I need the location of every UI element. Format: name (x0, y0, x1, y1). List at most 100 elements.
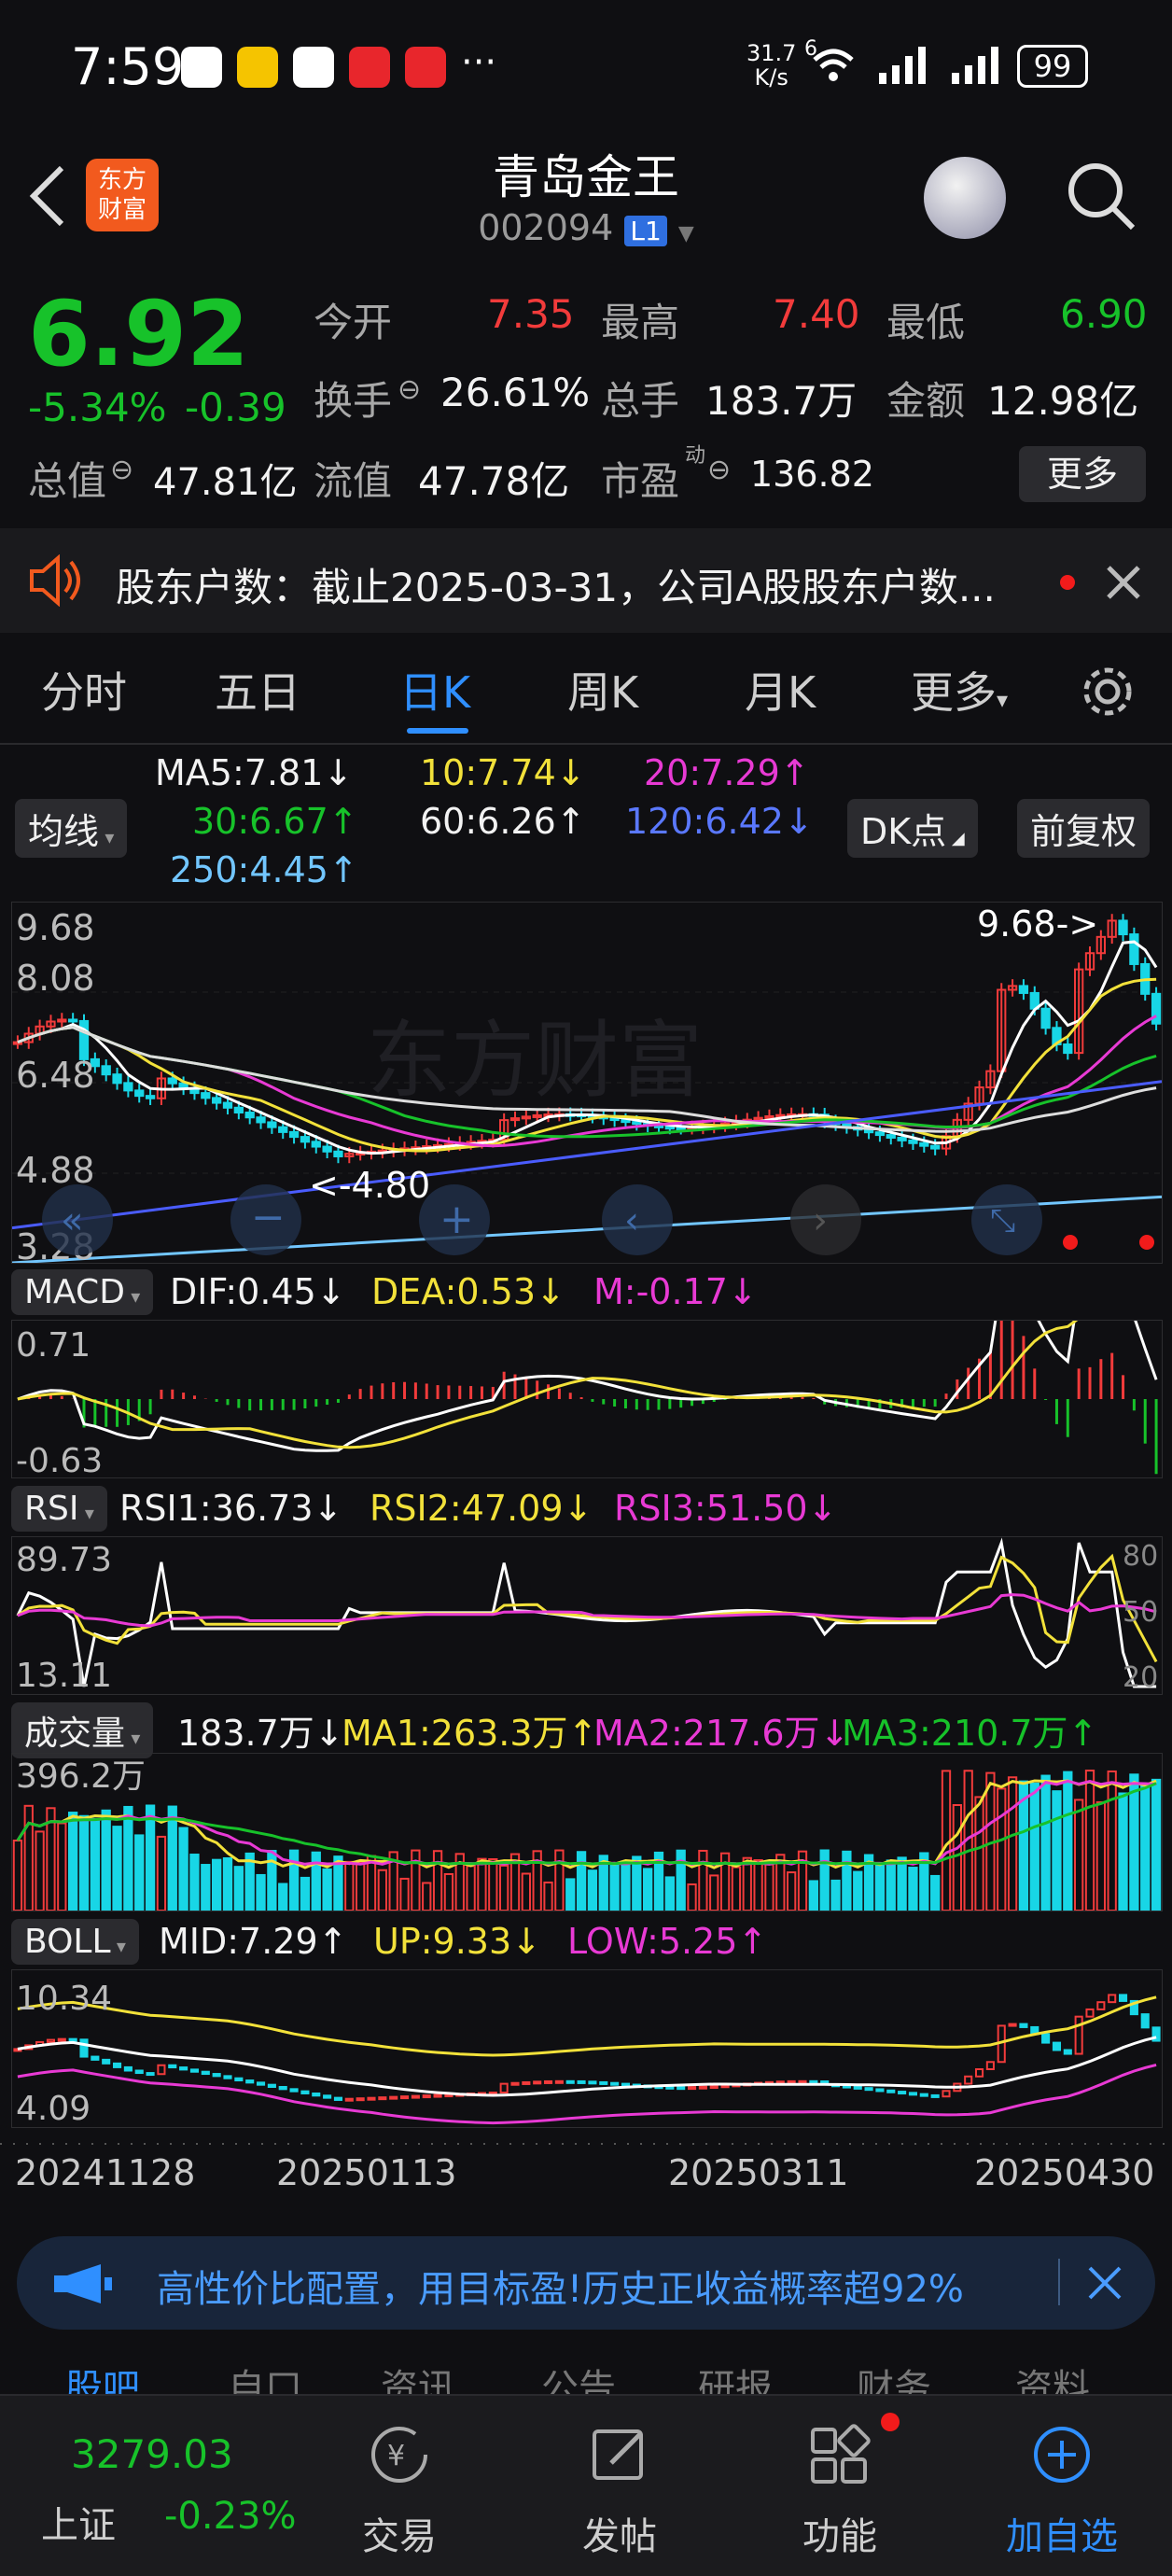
volume-bar (952, 1804, 962, 1911)
index-value[interactable]: 3279.03 (71, 2431, 233, 2477)
candle (300, 1136, 311, 1143)
volume-bar (377, 1869, 387, 1911)
y-max-label: 9.68 (16, 907, 95, 948)
kline-panel[interactable]: 东方财富 9.68 8.08 6.48 4.88 3.28 9.68-> <-4… (11, 902, 1163, 1264)
adjust-button[interactable]: 前复权 (1017, 799, 1151, 858)
candle (256, 1116, 266, 1124)
candle (1063, 1043, 1073, 1055)
low-label: 最低 (886, 300, 966, 345)
boll-panel[interactable]: 10.34 4.09 (11, 1969, 1163, 2128)
boll-candle (942, 2090, 951, 2098)
info-icon[interactable]: ⊖ (110, 454, 133, 486)
volume-bar (908, 1867, 918, 1911)
boll-line (17, 2063, 1157, 2125)
tab-intraday[interactable]: 分时 (41, 659, 127, 721)
boll-candle (1063, 2049, 1072, 2055)
volume-bar (842, 1850, 852, 1911)
peek-tab[interactable]: 股吧 (65, 2367, 140, 2395)
rsi-top-label: 89.73 (16, 1541, 112, 1579)
tab-active-indicator (407, 728, 468, 734)
volume-bar (422, 1882, 432, 1911)
add-watchlist-button[interactable]: 加自选 (987, 2422, 1137, 2560)
rsi-panel[interactable]: 89.73 13.11 80 50 20 (11, 1536, 1163, 1695)
boll-up: UP:9.33↓ (373, 1921, 541, 1962)
peek-tab[interactable]: 公告 (541, 2367, 616, 2395)
boll-candle (189, 2068, 200, 2073)
market-badge: L1 (624, 216, 667, 246)
gear-icon[interactable] (1079, 663, 1137, 721)
candle (288, 1130, 300, 1139)
boll-candle (709, 2085, 719, 2090)
peek-tab[interactable]: 研报 (698, 2367, 773, 2395)
macd-bottom-label: -0.63 (16, 1442, 103, 1478)
peek-tab[interactable]: 自口 (228, 2367, 302, 2395)
tab-more[interactable]: 更多▾ (911, 659, 1008, 721)
notice-bar[interactable]: 股东户数：截止2025-03-31，公司A股股东户数... (0, 528, 1172, 633)
trade-button[interactable]: ¥ 交易 (325, 2422, 474, 2560)
pe-info-icon[interactable]: ⊖ (707, 454, 731, 486)
volume-bar (466, 1865, 476, 1911)
candle (333, 1150, 343, 1157)
boll-select[interactable]: BOLL ▾ (11, 1919, 139, 1965)
turnover-info-icon[interactable]: ⊖ (398, 373, 421, 406)
tab-5day[interactable]: 五日 (215, 659, 300, 721)
speaker-icon (30, 554, 80, 607)
promo-banner[interactable]: 高性价比配置，用目标盈!历史正收益概率超92% (17, 2236, 1155, 2330)
search-icon[interactable] (1064, 159, 1138, 233)
rsi-select[interactable]: RSI ▾ (11, 1486, 107, 1532)
candle (632, 1121, 642, 1126)
dk-point-button[interactable]: DK点 ◢ (847, 799, 978, 858)
volume-bar (300, 1876, 311, 1911)
more-button[interactable]: 更多 (1019, 446, 1146, 502)
boll-candle (510, 2081, 520, 2086)
svg-text:¥: ¥ (387, 2440, 405, 2472)
function-button[interactable]: 功能 (765, 2422, 914, 2560)
volume-bar (1151, 1778, 1162, 1911)
code-dropdown-icon[interactable]: ▼ (678, 222, 694, 245)
index-change[interactable]: -0.23% (164, 2495, 297, 2538)
volume-bar (68, 1812, 78, 1911)
tab-weekly[interactable]: 周K (567, 659, 638, 721)
volume-bar (123, 1805, 133, 1911)
boll-candle (1140, 2013, 1150, 2029)
tab-monthly[interactable]: 月K (745, 659, 816, 721)
volume-select[interactable]: 成交量 ▾ (11, 1702, 154, 1758)
boll-bottom-label: 4.09 (16, 2090, 91, 2128)
candle (664, 1126, 675, 1130)
ma10-label: 10:7.74↓ (420, 752, 586, 793)
macd-panel[interactable]: 0.71 -0.63 (11, 1320, 1163, 1478)
wifi-icon (813, 49, 854, 81)
bottom-toolbar: 3279.03 上证 -0.23% ¥ 交易 发帖 功能 加自选 (0, 2394, 1172, 2576)
volume-bar (288, 1849, 300, 1911)
peek-tab[interactable]: 资讯 (381, 2367, 455, 2395)
tab-daily[interactable]: 日K (399, 659, 470, 721)
volume-bar (1095, 1800, 1106, 1911)
ma-select-button[interactable]: 均线 ▾ (15, 799, 128, 858)
volume-bar (1140, 1784, 1151, 1911)
boll-candle (123, 2065, 133, 2072)
peek-tab[interactable]: 财务 (857, 2367, 931, 2395)
index-name[interactable]: 上证 (41, 2495, 116, 2549)
volume-label: 总手 (601, 378, 680, 424)
volume-bar (57, 1822, 67, 1911)
post-button[interactable]: 发帖 (545, 2422, 694, 2560)
boll-candle (1008, 2023, 1017, 2027)
y-label-2: 8.08 (16, 958, 95, 999)
volume-bar (687, 1883, 697, 1911)
macd-select[interactable]: MACD ▾ (11, 1269, 154, 1315)
banner-close-icon[interactable] (1086, 2264, 1123, 2302)
app-icon-4 (405, 47, 446, 88)
close-icon[interactable] (1105, 564, 1142, 601)
rsi-bottom-label: 13.11 (16, 1657, 112, 1695)
boll-candle (898, 2091, 907, 2095)
boll-candle (57, 2037, 66, 2042)
candle (1118, 919, 1128, 936)
high-value: 7.40 (773, 291, 860, 337)
robot-assistant-icon[interactable] (924, 157, 1006, 239)
peek-tab[interactable]: 资料 (1015, 2367, 1090, 2395)
boll-mid: MID:7.29↑ (159, 1921, 348, 1962)
boll-candle (677, 2086, 686, 2091)
candle (112, 1073, 122, 1085)
boll-candle (599, 2080, 608, 2085)
volume-panel[interactable]: 396.2万 (11, 1753, 1163, 1911)
